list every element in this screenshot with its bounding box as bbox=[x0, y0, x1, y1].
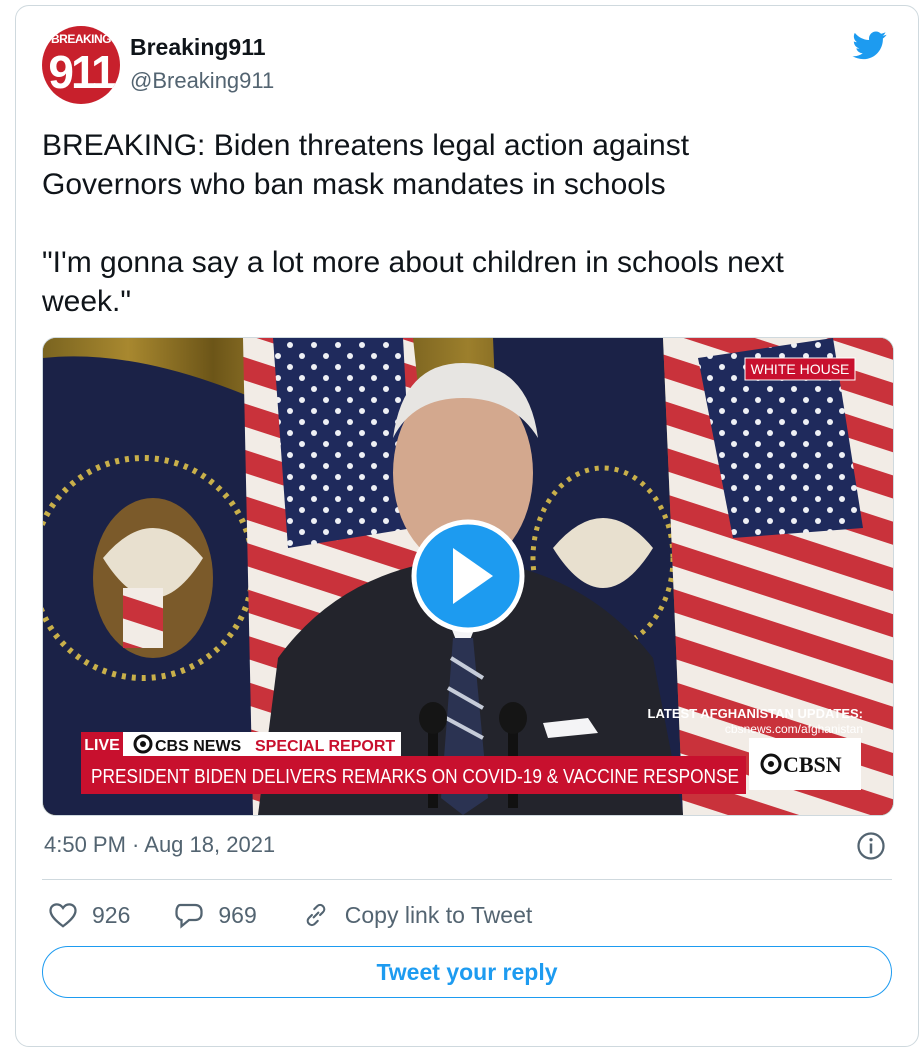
tweet-timestamp[interactable]: 4:50 PM · Aug 18, 2021 bbox=[44, 832, 275, 858]
side-title: LATEST AFGHANISTAN UPDATES: bbox=[648, 706, 863, 721]
white-house-tag: WHITE HOUSE bbox=[751, 361, 850, 377]
like-button[interactable]: 926 bbox=[48, 901, 130, 929]
cbsn-logo: CBSN bbox=[783, 752, 842, 777]
reply-count-button[interactable]: 969 bbox=[174, 901, 257, 929]
reply-bubble-icon bbox=[175, 903, 203, 929]
video-player[interactable]: WHITE HOUSE LATEST AFGHANISTAN UPDATES: … bbox=[42, 337, 894, 816]
account-handle[interactable]: @Breaking911 bbox=[130, 68, 274, 94]
twitter-bird-icon[interactable] bbox=[850, 28, 890, 62]
tweet-text-line: BREAKING: Biden threatens legal action a… bbox=[42, 129, 690, 162]
tweet-text-line: "I'm gonna say a lot more about children… bbox=[42, 246, 784, 279]
divider bbox=[42, 879, 892, 880]
copy-link-label: Copy link to Tweet bbox=[344, 901, 533, 928]
special-report-label: SPECIAL REPORT bbox=[255, 738, 395, 755]
side-url: cbsnews.com/afghanistan bbox=[725, 722, 863, 736]
tweet-text: BREAKING: Biden threatens legal action a… bbox=[42, 126, 892, 321]
play-icon[interactable] bbox=[411, 519, 525, 633]
tweet-reply-button[interactable]: Tweet your reply bbox=[42, 946, 892, 998]
avatar[interactable]: BREAKING 911 bbox=[42, 26, 120, 104]
link-icon bbox=[306, 903, 326, 927]
heart-icon bbox=[49, 903, 77, 928]
tweet-text-line: week." bbox=[42, 285, 132, 318]
reply-count: 969 bbox=[218, 901, 257, 928]
live-label: LIVE bbox=[84, 737, 120, 754]
action-bar: 926 969 Copy link to Tweet bbox=[48, 895, 576, 935]
info-icon[interactable] bbox=[856, 831, 886, 861]
account-name[interactable]: Breaking911 bbox=[130, 34, 266, 61]
video-frame: WHITE HOUSE LATEST AFGHANISTAN UPDATES: … bbox=[43, 338, 893, 815]
tweet-text-line: Governors who ban mask mandates in schoo… bbox=[42, 168, 666, 201]
network-label: CBS NEWS bbox=[155, 738, 242, 755]
copy-link-button[interactable]: Copy link to Tweet bbox=[301, 901, 533, 929]
chyron-headline: PRESIDENT BIDEN DELIVERS REMARKS ON COVI… bbox=[91, 766, 739, 788]
like-count: 926 bbox=[92, 901, 131, 928]
avatar-number: 911 bbox=[48, 46, 116, 98]
